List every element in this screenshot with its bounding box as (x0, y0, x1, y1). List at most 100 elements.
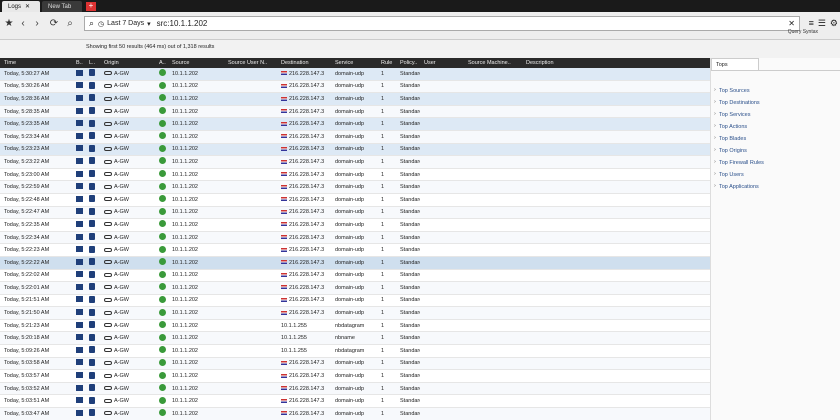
firewall-blade-icon (76, 107, 83, 114)
tops-item[interactable]: Top Users (711, 169, 840, 181)
log-type-icon (89, 295, 95, 303)
col-log[interactable]: L.. (85, 60, 100, 66)
cell-time: Today, 5:23:35 AM (4, 121, 50, 128)
table-row[interactable]: Today, 5:21:23 AM A-GW 10.1.1.202 10.1.1.25… (0, 320, 710, 333)
close-tab-icon[interactable]: ✕ (25, 3, 30, 10)
menu-icon[interactable]: ≡ (809, 18, 814, 29)
tops-item[interactable]: Top Sources (711, 85, 840, 97)
col-service[interactable]: Service (331, 60, 377, 66)
cell-action (155, 170, 168, 179)
tops-item[interactable]: Top Destinations (711, 97, 840, 109)
table-row[interactable]: Today, 5:20:18 AM A-GW 10.1.1.202 10.1.1.25… (0, 332, 710, 346)
table-row[interactable]: Today, 5:23:00 AM A-GW 10.1.1.202 216.228.1… (0, 169, 710, 182)
log-type-icon (89, 182, 95, 190)
cell-service: domain-udp (335, 158, 365, 165)
list-icon[interactable]: ☰ (818, 18, 826, 29)
refresh-icon[interactable]: ⟳ (48, 18, 60, 30)
table-row[interactable]: Today, 5:23:35 AM A-GW 10.1.1.202 216.228.1… (0, 118, 710, 131)
table-row[interactable]: Today, 5:22:23 AM A-GW 10.1.1.202 216.228.1… (0, 244, 710, 257)
cell-service: domain-udp (335, 297, 365, 304)
col-blade[interactable]: B.. (72, 60, 85, 66)
table-row[interactable]: Today, 5:30:27 AM A-GW 10.1.1.202 216.228.1… (0, 68, 710, 81)
table-row[interactable]: Today, 5:09:26 AM A-GW 10.1.1.202 10.1.1.25… (0, 345, 710, 358)
table-row[interactable]: Today, 5:23:22 AM A-GW 10.1.1.202 216.228.1… (0, 156, 710, 169)
back-icon[interactable]: ‹ (17, 18, 29, 30)
time-period-selector[interactable]: ◷ Last 7 Days ▾ (98, 20, 151, 28)
origin-label: A-GW (114, 234, 129, 241)
col-user[interactable]: User (420, 60, 464, 66)
tab-new[interactable]: New Tab (42, 1, 82, 12)
tops-item[interactable]: Top Services (711, 109, 840, 121)
table-row[interactable]: Today, 5:03:58 AM A-GW 10.1.1.202 216.228.1… (0, 357, 710, 371)
table-row[interactable]: Today, 5:22:02 AM A-GW 10.1.1.202 216.228.1… (0, 270, 710, 283)
table-row[interactable]: Today, 5:22:48 AM A-GW 10.1.1.202 216.228.1… (0, 194, 710, 207)
forward-icon[interactable]: › (31, 18, 43, 30)
cell-time: Today, 5:03:47 AM (4, 410, 50, 417)
table-row[interactable]: Today, 5:03:57 AM A-GW 10.1.1.202 216.228.1… (0, 370, 710, 383)
tops-item[interactable]: Top Blades (711, 133, 840, 145)
add-tab-button[interactable]: + (86, 2, 96, 11)
table-row[interactable]: Today, 5:23:34 AM A-GW 10.1.1.202 216.228.1… (0, 130, 710, 144)
tops-item[interactable]: Top Applications (711, 181, 840, 193)
col-source-machine[interactable]: Source Machine.. (464, 60, 522, 66)
cell-log (85, 308, 100, 318)
tops-item[interactable]: Top Actions (711, 121, 840, 133)
cell-destination: 216.228.147.3 (277, 71, 331, 77)
cell-service: domain-udp (335, 360, 365, 367)
cell-rule: 1 (381, 322, 385, 329)
table-row[interactable]: Today, 5:23:23 AM A-GW 10.1.1.202 216.228.1… (0, 143, 710, 157)
table-row[interactable]: Today, 5:03:47 AM A-GW 10.1.1.202 216.228.1… (0, 408, 710, 420)
query-syntax-link[interactable]: Query Syntax (788, 29, 818, 35)
col-destination[interactable]: Destination (277, 60, 331, 66)
star-icon[interactable]: ★ (3, 18, 15, 30)
col-rule[interactable]: Rule (377, 60, 396, 66)
cell-log (85, 119, 100, 129)
gateway-icon (104, 260, 112, 265)
search-query[interactable]: src:10.1.1.202 (157, 19, 208, 28)
col-description[interactable]: Description (522, 60, 622, 66)
col-origin[interactable]: Origin (100, 60, 155, 66)
col-action[interactable]: A.. (155, 60, 168, 66)
cell-service: nbdatagram (335, 322, 365, 329)
cell-rule: 1 (381, 196, 385, 203)
tops-item[interactable]: Top Origins (711, 145, 840, 157)
cell-origin: A-GW (100, 235, 155, 241)
table-row[interactable]: Today, 5:22:22 AM A-GW 10.1.1.202 216.228.1… (0, 256, 710, 270)
search-bar[interactable]: ⌕ ◷ Last 7 Days ▾ src:10.1.1.202 ✕ (84, 16, 800, 31)
table-row[interactable]: Today, 5:03:51 AM A-GW 10.1.1.202 216.228.1… (0, 395, 710, 409)
cell-destination: 216.228.147.3 (277, 121, 331, 127)
cell-log (85, 233, 100, 242)
clear-search-icon[interactable]: ✕ (788, 19, 795, 28)
table-row[interactable]: Today, 5:22:35 AM A-GW 10.1.1.202 216.228.1… (0, 219, 710, 232)
cell-origin: A-GW (100, 260, 155, 266)
table-row[interactable]: Today, 5:22:34 AM A-GW 10.1.1.202 216.228.1… (0, 231, 710, 245)
cell-blade (72, 82, 85, 90)
table-row[interactable]: Today, 5:30:26 AM A-GW 10.1.1.202 216.228.1… (0, 80, 710, 94)
tab-logs[interactable]: Logs ✕ (2, 1, 40, 12)
cell-rule: 1 (381, 70, 385, 77)
log-type-icon (89, 283, 95, 291)
col-source-user[interactable]: Source User N.. (224, 60, 277, 66)
cell-time: Today, 5:22:59 AM (4, 184, 50, 191)
cell-time: Today, 5:22:23 AM (4, 247, 50, 254)
settings-icon[interactable]: ⚙ (830, 18, 838, 29)
tops-item[interactable]: Top Firewall Rules (711, 157, 840, 169)
cell-origin: A-GW (100, 310, 155, 316)
table-row[interactable]: Today, 5:28:36 AM A-GW 10.1.1.202 216.228.1… (0, 93, 710, 106)
tab-tops[interactable]: Tops (711, 58, 759, 70)
table-row[interactable]: Today, 5:03:52 AM A-GW 10.1.1.202 216.228.1… (0, 382, 710, 396)
table-row[interactable]: Today, 5:28:35 AM A-GW 10.1.1.202 216.228.1… (0, 105, 710, 119)
table-row[interactable]: Today, 5:22:01 AM A-GW 10.1.1.202 216.228.1… (0, 282, 710, 295)
table-row[interactable]: Today, 5:21:50 AM A-GW 10.1.1.202 216.228.1… (0, 307, 710, 320)
table-row[interactable]: Today, 5:21:51 AM A-GW 10.1.1.202 216.228.1… (0, 295, 710, 308)
gateway-icon (104, 209, 112, 214)
col-source[interactable]: Source (168, 60, 224, 66)
cell-rule: 1 (381, 121, 385, 128)
table-row[interactable]: Today, 5:22:47 AM A-GW 10.1.1.202 216.228.1… (0, 206, 710, 220)
col-time[interactable]: Time (0, 60, 72, 66)
col-policy[interactable]: Policy.. (396, 60, 420, 66)
gateway-icon (104, 247, 112, 252)
table-row[interactable]: Today, 5:22:59 AM A-GW 10.1.1.202 216.228.1… (0, 181, 710, 194)
firewall-blade-icon (76, 372, 83, 379)
search-options-icon[interactable]: ⌕ (64, 18, 76, 30)
